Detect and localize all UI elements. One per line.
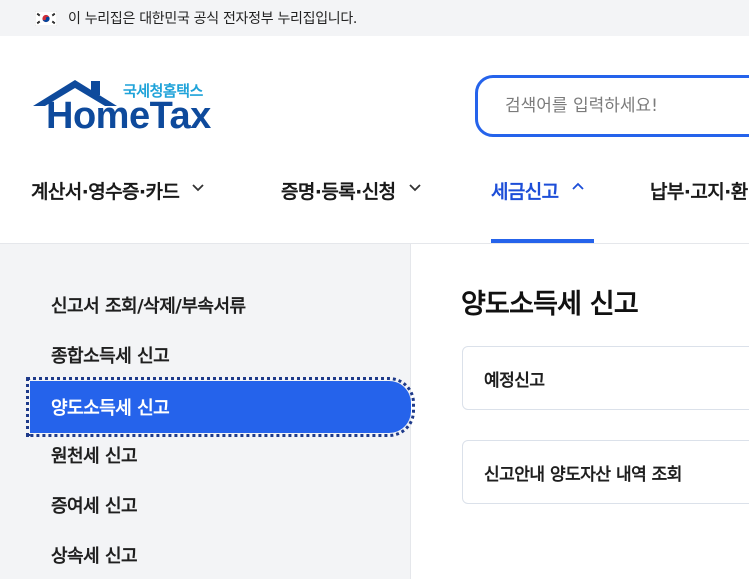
gnb-item-label: 증명·등록·신청 [281,181,396,203]
gnb-item-label: 세금신고 [491,181,559,203]
sidebar-item-inheritance-tax[interactable]: 상속세 신고 [30,530,410,579]
sidebar-item-capital-gains-tax[interactable]: 양도소득세 신고 [26,377,415,437]
search-box [475,75,749,137]
side-nav: 신고서 조회/삭제/부속서류 종합소득세 신고 양도소득세 신고 원천세 신고 … [0,244,415,579]
logo-title: HomeTax [46,95,211,137]
gnb-item-label: 계산서·영수증·카드 [31,181,180,203]
global-nav: 계산서·영수증·카드 증명·등록·신청 세금신고 납부·고지·환 [0,171,749,243]
sidebar-item-label: 상속세 신고 [51,546,138,567]
korea-flag-icon [34,10,58,26]
active-tab-indicator [491,239,594,243]
gnb-item-certificate[interactable]: 증명·등록·신청 [281,171,423,243]
gnb-item-payment[interactable]: 납부·고지·환 [650,171,748,243]
hometax-logo[interactable]: 국세청홈택스 HomeTax [31,77,221,137]
sidebar-item-label: 신고서 조회/삭제/부속서류 [51,296,246,317]
gov-banner-text: 이 누리집은 대한민국 공식 전자정부 누리집입니다. [68,11,358,27]
sidebar-item-label: 증여세 신고 [51,496,138,517]
sidebar-item-label: 종합소득세 신고 [51,346,170,367]
preliminary-return-card[interactable]: 예정신고 [462,346,749,410]
sidebar-item-label: 원천세 신고 [51,446,138,467]
site-header: 국세청홈택스 HomeTax 계산서·영수증·카드 증명·등록·신청 세금신고 … [0,36,749,244]
card-label: 신고안내 양도자산 내역 조회 [484,464,682,485]
gnb-item-invoice[interactable]: 계산서·영수증·카드 [31,171,206,243]
sidebar-item-withholding-tax[interactable]: 원천세 신고 [30,430,410,480]
sidebar-item-return-lookup[interactable]: 신고서 조회/삭제/부속서류 [30,280,410,330]
chevron-up-icon [570,177,586,197]
gnb-item-tax-filing[interactable]: 세금신고 [491,171,586,243]
gov-banner: 이 누리집은 대한민국 공식 전자정부 누리집입니다. [0,0,749,36]
card-label: 예정신고 [484,370,545,391]
page-title: 양도소득세 신고 [461,289,639,320]
sidebar-item-income-tax[interactable]: 종합소득세 신고 [30,330,410,380]
chevron-down-icon [407,177,423,197]
gnb-item-label: 납부·고지·환 [650,181,748,203]
chevron-down-icon [190,177,206,197]
sidebar-item-gift-tax[interactable]: 증여세 신고 [30,480,410,530]
sidebar-item-label: 양도소득세 신고 [51,398,170,419]
asset-lookup-card[interactable]: 신고안내 양도자산 내역 조회 [462,440,749,504]
search-input[interactable] [505,96,745,116]
